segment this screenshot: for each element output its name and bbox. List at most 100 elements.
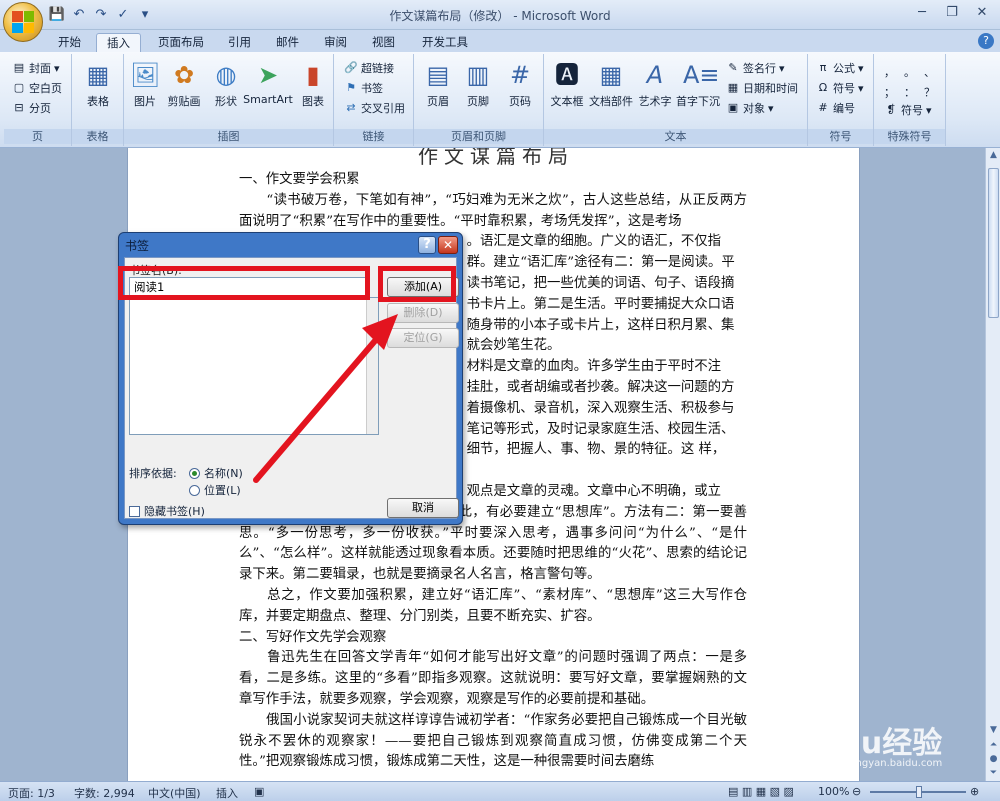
highlight-name-input: [118, 266, 370, 300]
special-char-5[interactable]: ：: [904, 84, 915, 100]
tab-mailings[interactable]: 邮件: [266, 33, 309, 52]
picture-button[interactable]: 🖼 图片: [128, 60, 162, 109]
scroll-down-icon[interactable]: ▼: [986, 723, 1000, 737]
group-special-symbols: ， 。 、 ； ： ？ ❡ 符号 ▾ 特殊符号: [874, 54, 946, 146]
zoom-level[interactable]: 100%: [818, 785, 849, 798]
tab-view[interactable]: 视图: [362, 33, 405, 52]
doc-paragraph: 俄国小说家契诃夫就这样谆谆告诫初学者：“作家务必要把自己锻炼成一个目光敏锐永不罢…: [239, 712, 747, 770]
blank-page-button[interactable]: ▢ 空白页: [12, 80, 62, 96]
hidden-bookmarks-checkbox[interactable]: 隐藏书签(H): [129, 503, 205, 519]
tab-review[interactable]: 审阅: [314, 33, 357, 52]
chart-button[interactable]: ▮ 图表: [296, 60, 330, 109]
footer-button[interactable]: ▥ 页脚: [460, 60, 496, 109]
sort-by-name-radio[interactable]: 名称(N): [189, 465, 243, 481]
cover-page-button[interactable]: ▤ 封面 ▾: [12, 60, 60, 76]
radio-selected-icon: [189, 467, 200, 479]
vertical-scrollbar[interactable]: ▲ ▼ ⏶ ● ⏷: [985, 148, 1000, 781]
minimize-icon[interactable]: ─: [908, 3, 936, 23]
bookmark-list[interactable]: [129, 297, 379, 435]
cancel-button[interactable]: 取消: [387, 498, 459, 518]
table-button[interactable]: ▦ 表格: [80, 60, 116, 109]
status-words[interactable]: 字数: 2,994: [74, 785, 135, 801]
scroll-up-icon[interactable]: ▲: [986, 148, 1000, 162]
zoom-out-icon[interactable]: ⊖: [852, 785, 861, 798]
goto-bookmark-button[interactable]: 定位(G): [387, 328, 459, 348]
tab-page-layout[interactable]: 页面布局: [148, 33, 214, 52]
page-number-button[interactable]: # 页码: [502, 60, 538, 109]
cross-reference-button[interactable]: ⇄ 交叉引用: [344, 100, 405, 116]
window-controls: ─ ❐ ✕: [908, 3, 996, 23]
doc-paragraph: 鲁迅先生在回答文学青年“如何才能写出好文章”的问题时强调了两点：一是多看，二是多…: [239, 650, 747, 707]
smartart-icon: ➤: [257, 61, 279, 89]
shapes-button[interactable]: ◍ 形状: [208, 60, 244, 109]
clipart-button[interactable]: ✿ 剪贴画: [164, 60, 204, 109]
office-button[interactable]: [3, 2, 43, 42]
tab-developer[interactable]: 开发工具: [412, 33, 478, 52]
special-symbol-button[interactable]: ❡ 符号 ▾: [884, 102, 931, 118]
dialog-close-icon[interactable]: ✕: [438, 236, 458, 254]
dropcap-icon: A≡: [683, 61, 720, 89]
omega-icon: Ω: [818, 81, 828, 94]
header-button[interactable]: ▤ 页眉: [420, 60, 456, 109]
footer-icon: ▥: [466, 61, 490, 89]
calendar-icon: ▦: [727, 81, 739, 94]
tab-home[interactable]: 开始: [48, 33, 91, 52]
signature-line-button[interactable]: ✎ 签名行 ▾: [726, 60, 784, 76]
number-icon: #: [818, 101, 828, 114]
status-insert-mode[interactable]: 插入: [216, 785, 238, 801]
special-char-1[interactable]: ，: [884, 64, 895, 80]
pi-icon: π: [819, 61, 827, 74]
view-buttons[interactable]: ▤ ▥ ▦ ▧ ▨: [728, 785, 794, 798]
tab-insert[interactable]: 插入: [96, 33, 141, 52]
object-button[interactable]: ▣ 对象 ▾: [726, 100, 774, 116]
title-bar: 💾 ↶ ↷ ✓ ▾ 作文谋篇布局（修改） - Microsoft Word ─ …: [0, 0, 1000, 30]
equation-button[interactable]: π 公式 ▾: [816, 60, 864, 76]
ribbon-tabs: 开始 插入 页面布局 引用 邮件 审阅 视图 开发工具 ?: [0, 30, 1000, 52]
restore-icon[interactable]: ❐: [938, 3, 966, 23]
bookmark-button[interactable]: ⚑ 书签: [344, 80, 383, 96]
tab-references[interactable]: 引用: [218, 33, 261, 52]
watermark: Baidu经验 jingyan.baidu.com: [786, 718, 942, 769]
wordart-button[interactable]: A 艺术字: [636, 60, 674, 109]
textbox-button[interactable]: 🅰 文本框: [548, 60, 586, 109]
group-label-symbols: 符号: [808, 129, 873, 144]
close-icon[interactable]: ✕: [968, 3, 996, 23]
page-break-button[interactable]: ⊟ 分页: [12, 100, 51, 116]
sort-by-position-radio[interactable]: 位置(L): [189, 482, 241, 498]
group-label-table: 表格: [72, 129, 123, 144]
doc-title-partial: 作文谋篇布局: [418, 148, 574, 168]
special-char-2[interactable]: 。: [904, 64, 915, 80]
help-icon[interactable]: ?: [978, 33, 994, 49]
smartart-button[interactable]: ➤ SmartArt: [242, 60, 294, 106]
status-language[interactable]: 中文(中国): [148, 785, 201, 801]
prev-page-icon[interactable]: ⏶: [986, 738, 1000, 752]
scroll-thumb[interactable]: [988, 168, 999, 318]
next-page-icon[interactable]: ⏷: [986, 766, 1000, 780]
special-char-4[interactable]: ；: [884, 84, 895, 100]
object-icon: ▣: [727, 101, 739, 114]
doc-paragraph: 一、作文要学会积累: [239, 172, 360, 187]
zoom-in-icon[interactable]: ⊕: [970, 785, 979, 798]
status-page[interactable]: 页面: 1/3: [8, 785, 55, 801]
dropcap-button[interactable]: A≡ 首字下沉: [674, 60, 722, 109]
hyperlink-button[interactable]: 🔗 超链接: [344, 60, 394, 76]
group-label-text: 文本: [544, 129, 807, 144]
special-char-3[interactable]: 、: [924, 64, 935, 80]
delete-bookmark-button[interactable]: 删除(D): [387, 303, 459, 323]
header-icon: ▤: [426, 61, 450, 89]
symbol-icon: ❡: [886, 103, 896, 116]
office-logo-icon: [12, 11, 34, 33]
dialog-help-icon[interactable]: ?: [418, 236, 436, 254]
special-char-6[interactable]: ？: [924, 84, 935, 100]
quickparts-icon: ▦: [599, 61, 623, 89]
bookmark-list-scrollbar[interactable]: [366, 298, 378, 434]
chart-icon: ▮: [306, 61, 320, 89]
macro-record-icon[interactable]: ▣: [254, 785, 264, 798]
browse-object-icon[interactable]: ●: [986, 752, 1000, 766]
zoom-slider-thumb[interactable]: [916, 786, 922, 798]
cross-reference-icon: ⇄: [346, 101, 356, 114]
number-button[interactable]: # 编号: [816, 100, 855, 116]
quickparts-button[interactable]: ▦ 文档部件: [588, 60, 634, 109]
datetime-button[interactable]: ▦ 日期和时间: [726, 80, 798, 96]
symbol-button[interactable]: Ω 符号 ▾: [816, 80, 864, 96]
